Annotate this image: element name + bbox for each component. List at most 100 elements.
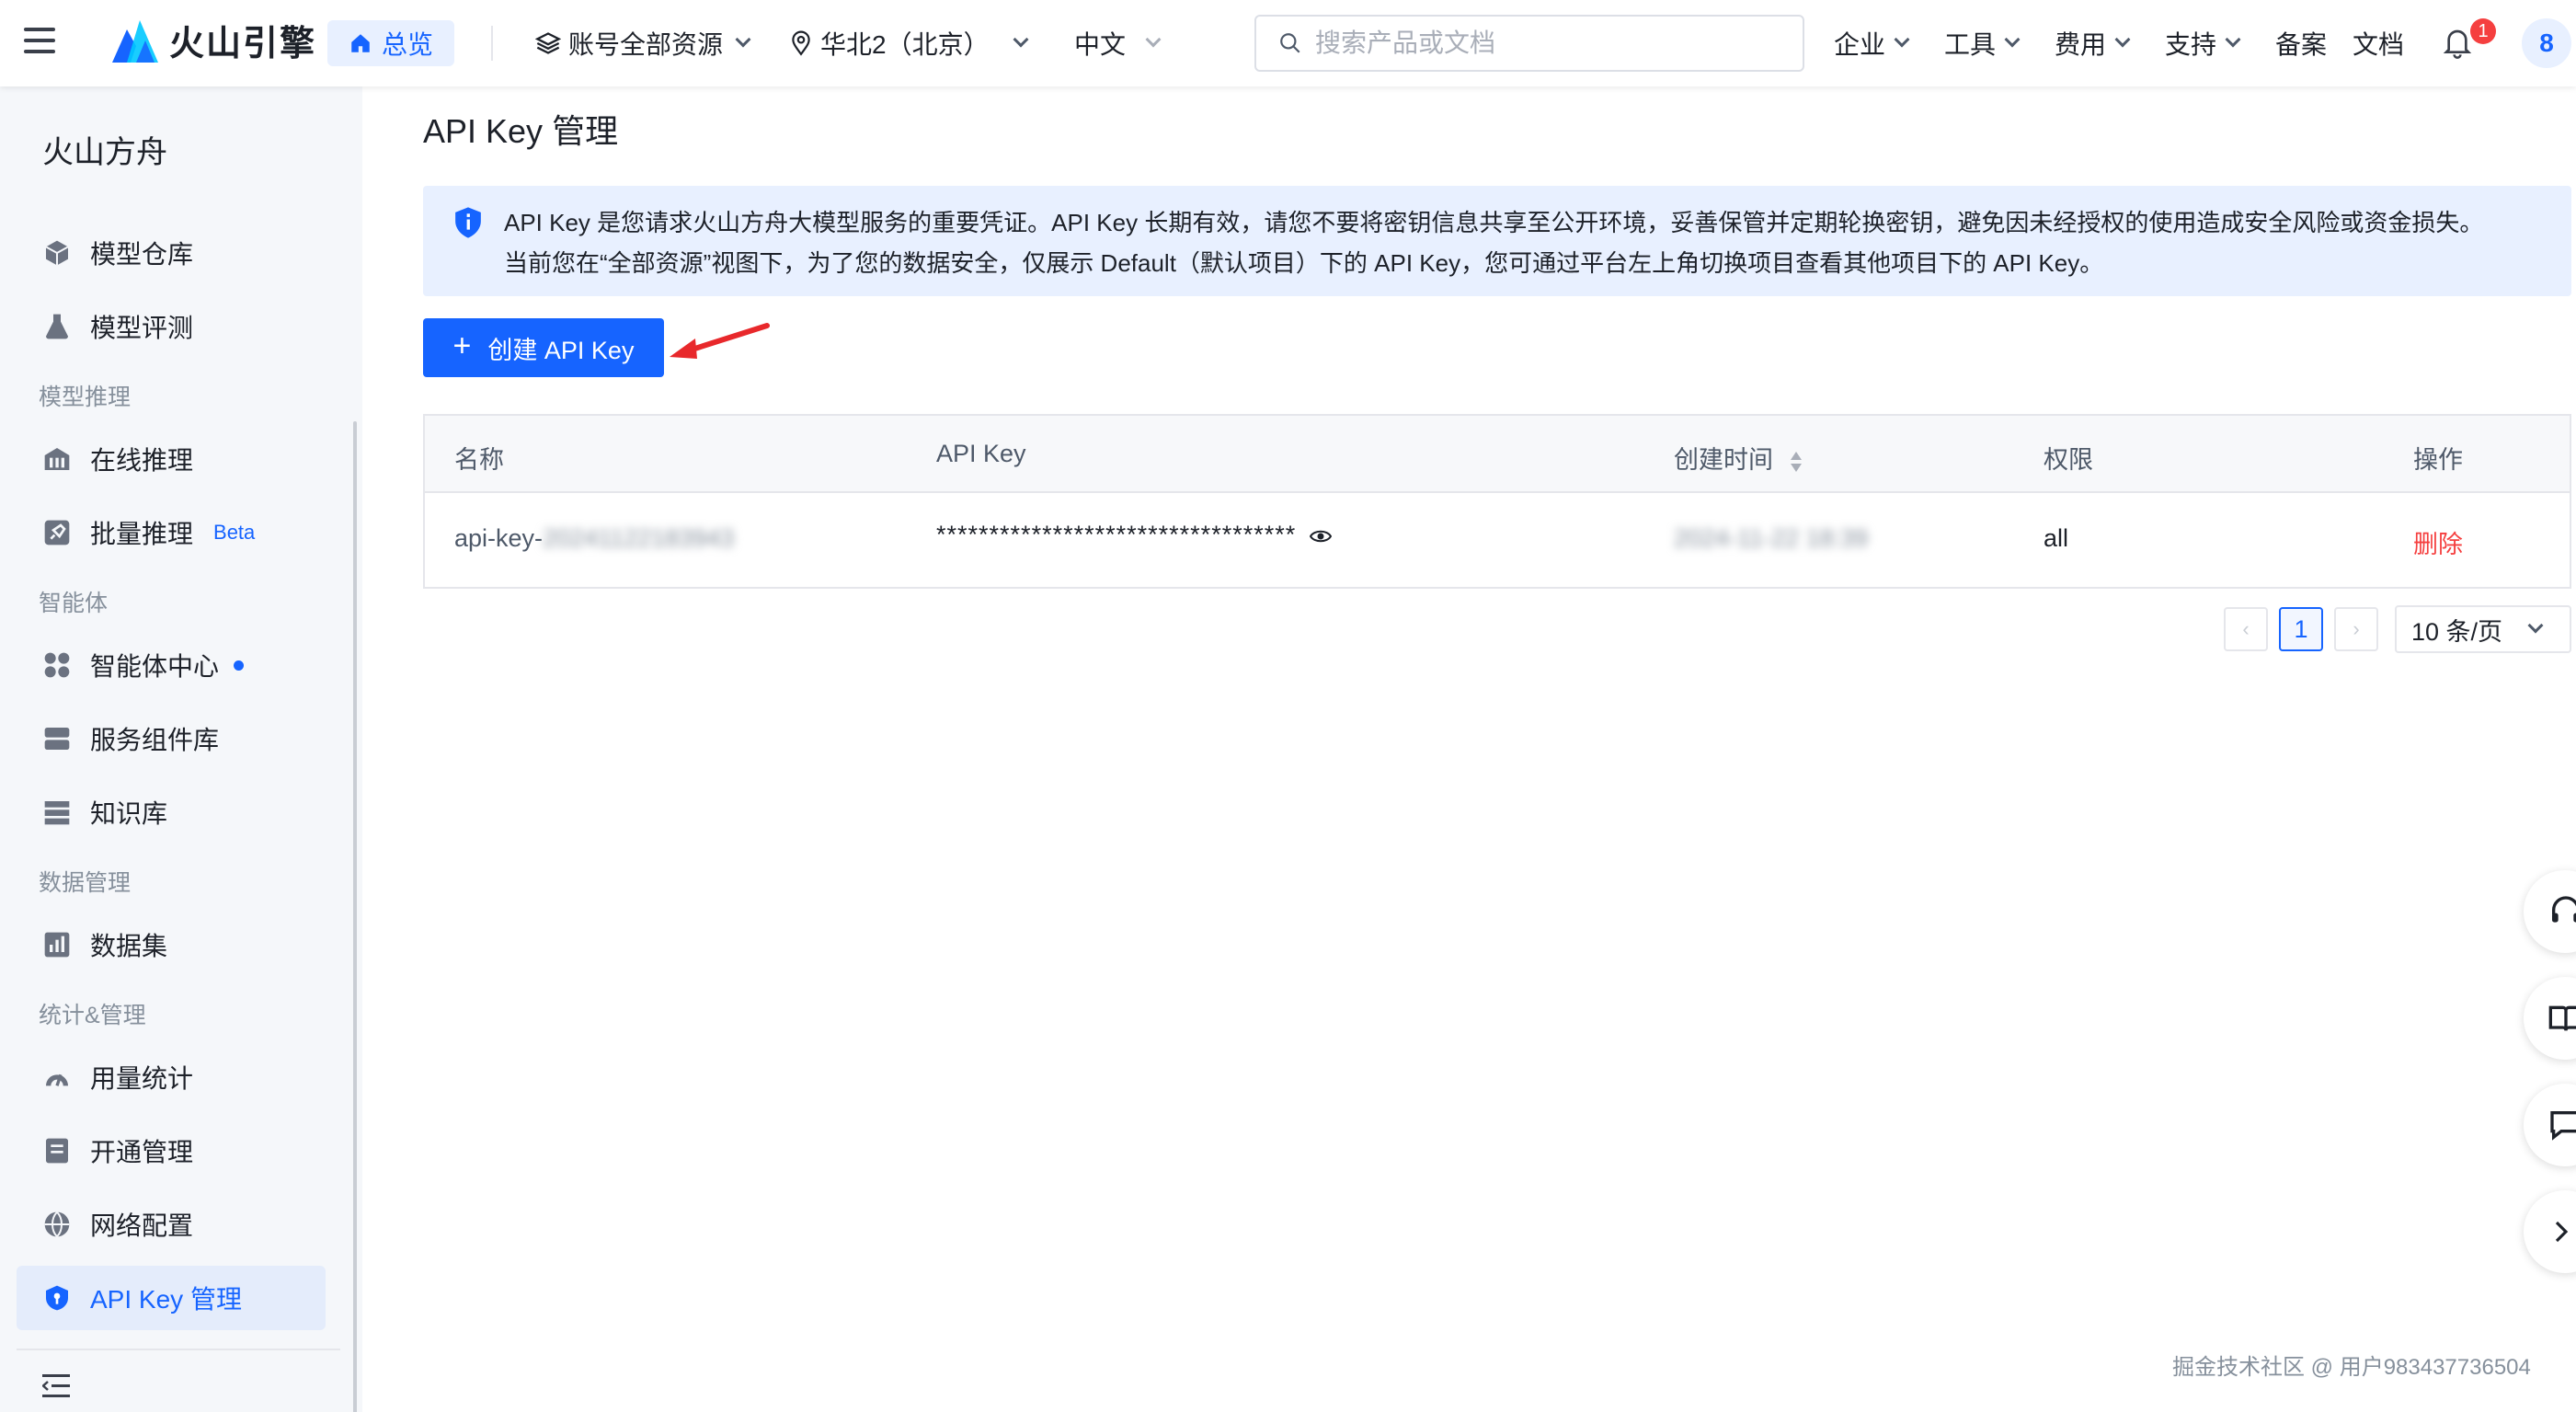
- watermark: 掘金技术社区 @ 用户983437736504: [2172, 1355, 2531, 1380]
- chevron-down-icon: [2004, 31, 2021, 48]
- region-dropdown[interactable]: 华北2（北京）: [789, 20, 1029, 66]
- key-name-cell: api-key-20241122183943: [454, 524, 734, 553]
- feedback-float-button[interactable]: [2524, 1084, 2576, 1166]
- sidebar-item-label: 用量统计: [90, 1064, 194, 1093]
- page-title: API Key 管理: [423, 112, 619, 150]
- open-book-icon: [2548, 1005, 2576, 1031]
- created-time-cell: 2024-11-22 18:39: [1674, 524, 1869, 552]
- sidebar-item-label: 模型仓库: [90, 240, 194, 269]
- sidebar-item-label: 服务组件库: [90, 726, 220, 754]
- account-resource-dropdown[interactable]: 账号全部资源: [535, 20, 751, 66]
- notice-line-2: 当前您在“全部资源”视图下，为了您的数据安全，仅展示 Default（默认项目）…: [504, 249, 2104, 277]
- menu-docs[interactable]: 文档: [2353, 20, 2404, 66]
- sidebar-scrollbar[interactable]: [353, 421, 357, 1412]
- message-icon: [2550, 1111, 2576, 1141]
- globe-icon: [40, 1208, 74, 1241]
- sidebar-item-agent-center[interactable]: 智能体中心: [17, 633, 326, 697]
- collapse-sidebar-icon[interactable]: [41, 1374, 70, 1398]
- volcano-logo-icon: [112, 19, 158, 63]
- sidebar-item-model-eval[interactable]: 模型评测: [17, 294, 326, 359]
- chevron-down-icon: [1013, 31, 1029, 48]
- notification-bell-icon[interactable]: [2443, 26, 2472, 63]
- document-icon: [40, 1134, 74, 1167]
- overview-button[interactable]: 总览: [327, 20, 454, 66]
- sidebar-item-batch-infer[interactable]: 批量推理 Beta: [17, 500, 326, 565]
- shield-icon: [40, 1281, 74, 1314]
- sidebar-item-service-lib[interactable]: 服务组件库: [17, 706, 326, 771]
- gauge-icon: [40, 1061, 74, 1094]
- expand-float-button[interactable]: [2524, 1190, 2576, 1273]
- red-annotation-arrow-icon: [670, 323, 770, 359]
- menu-label: 企业: [1834, 30, 1886, 59]
- masked-key-text: **********************************: [936, 521, 1297, 548]
- logo-text: 火山引擎: [169, 25, 317, 63]
- sidebar-item-model-repo[interactable]: 模型仓库: [17, 221, 326, 285]
- beta-badge: Beta: [213, 521, 256, 544]
- menu-support[interactable]: 支持: [2165, 20, 2241, 66]
- docs-float-button[interactable]: [2524, 977, 2576, 1060]
- chevron-down-icon: [1145, 31, 1162, 48]
- pagination-next-button[interactable]: ›: [2334, 607, 2378, 651]
- column-header-key: API Key: [936, 440, 1026, 467]
- plus-icon: +: [452, 327, 472, 363]
- sidebar: 火山方舟 模型仓库 模型评测 模型推理 在线推理 批量推理 Beta 智能体 智…: [0, 86, 362, 1412]
- menu-label: 备案: [2275, 30, 2328, 59]
- location-pin-icon: [792, 30, 810, 56]
- group-label-infer: 模型推理: [39, 385, 132, 410]
- overview-label: 总览: [381, 30, 433, 59]
- page-size-select[interactable]: 10 条/页: [2395, 605, 2571, 653]
- grid-icon: [40, 649, 74, 682]
- pagination-page-1[interactable]: 1: [2279, 607, 2323, 651]
- sidebar-item-dataset[interactable]: 数据集: [17, 913, 326, 977]
- eye-icon[interactable]: [1309, 527, 1332, 545]
- info-shield-icon: [452, 206, 484, 244]
- menu-enterprise[interactable]: 企业: [1834, 20, 1910, 66]
- search-input[interactable]: [1315, 29, 1793, 58]
- menu-tools[interactable]: 工具: [1944, 20, 2021, 66]
- menu-icon[interactable]: [24, 28, 55, 55]
- api-key-table: 名称 API Key 创建时间 权限 操作 api-key-2024112218…: [423, 414, 2571, 589]
- sidebar-item-usage[interactable]: 用量统计: [17, 1045, 326, 1109]
- sidebar-item-network[interactable]: 网络配置: [17, 1192, 326, 1257]
- notification-badge: 1: [2470, 18, 2496, 44]
- customer-service-button[interactable]: [2524, 870, 2576, 953]
- sidebar-item-label: 开通管理: [90, 1138, 194, 1166]
- home-icon: [351, 34, 370, 52]
- column-header-created[interactable]: 创建时间: [1674, 440, 1803, 476]
- pagination-prev-button[interactable]: ‹: [2224, 607, 2268, 651]
- sidebar-item-label: 网络配置: [90, 1211, 194, 1240]
- account-label: 账号全部资源: [568, 30, 724, 59]
- info-notice: API Key 是您请求火山方舟大模型服务的重要凭证。API Key 长期有效，…: [423, 186, 2571, 296]
- menu-label: 支持: [2165, 30, 2217, 59]
- sidebar-item-apikey[interactable]: API Key 管理: [17, 1266, 326, 1330]
- sidebar-item-label: 在线推理: [90, 446, 194, 475]
- notice-line-1: API Key 是您请求火山方舟大模型服务的重要凭证。API Key 长期有效，…: [504, 209, 2484, 236]
- sidebar-item-knowledge[interactable]: 知识库: [17, 780, 326, 844]
- sort-icon[interactable]: [1790, 450, 1803, 474]
- menu-billing[interactable]: 费用: [2055, 20, 2131, 66]
- key-name-blurred: 20241122183943: [543, 524, 735, 552]
- sidebar-item-activation[interactable]: 开通管理: [17, 1119, 326, 1183]
- rocket-icon: [40, 516, 74, 549]
- api-key-masked: **********************************: [936, 521, 1332, 549]
- delete-link[interactable]: 删除: [2413, 524, 2463, 560]
- chevron-down-icon: [2225, 31, 2241, 48]
- sidebar-item-online-infer[interactable]: 在线推理: [17, 427, 326, 491]
- search-icon: [1280, 33, 1300, 53]
- create-button-label: 创建 API Key: [487, 336, 635, 364]
- sidebar-item-label: 知识库: [90, 799, 168, 828]
- header-divider: [491, 26, 493, 61]
- group-label-agent: 智能体: [39, 591, 109, 616]
- language-dropdown[interactable]: 中文: [1074, 20, 1162, 66]
- sidebar-item-label: 数据集: [90, 932, 168, 960]
- headset-icon: [2552, 896, 2576, 923]
- group-label-data: 数据管理: [39, 870, 132, 896]
- language-label: 中文: [1074, 30, 1127, 59]
- menu-filing[interactable]: 备案: [2275, 20, 2327, 66]
- volcengine-logo[interactable]: 火山引擎: [109, 15, 316, 65]
- search-box[interactable]: [1254, 15, 1804, 72]
- avatar[interactable]: 8: [2522, 18, 2571, 68]
- chevron-right-icon: [2555, 1221, 2569, 1243]
- create-api-key-button[interactable]: + 创建 API Key: [423, 318, 664, 377]
- key-name-prefix: api-key-: [454, 524, 544, 552]
